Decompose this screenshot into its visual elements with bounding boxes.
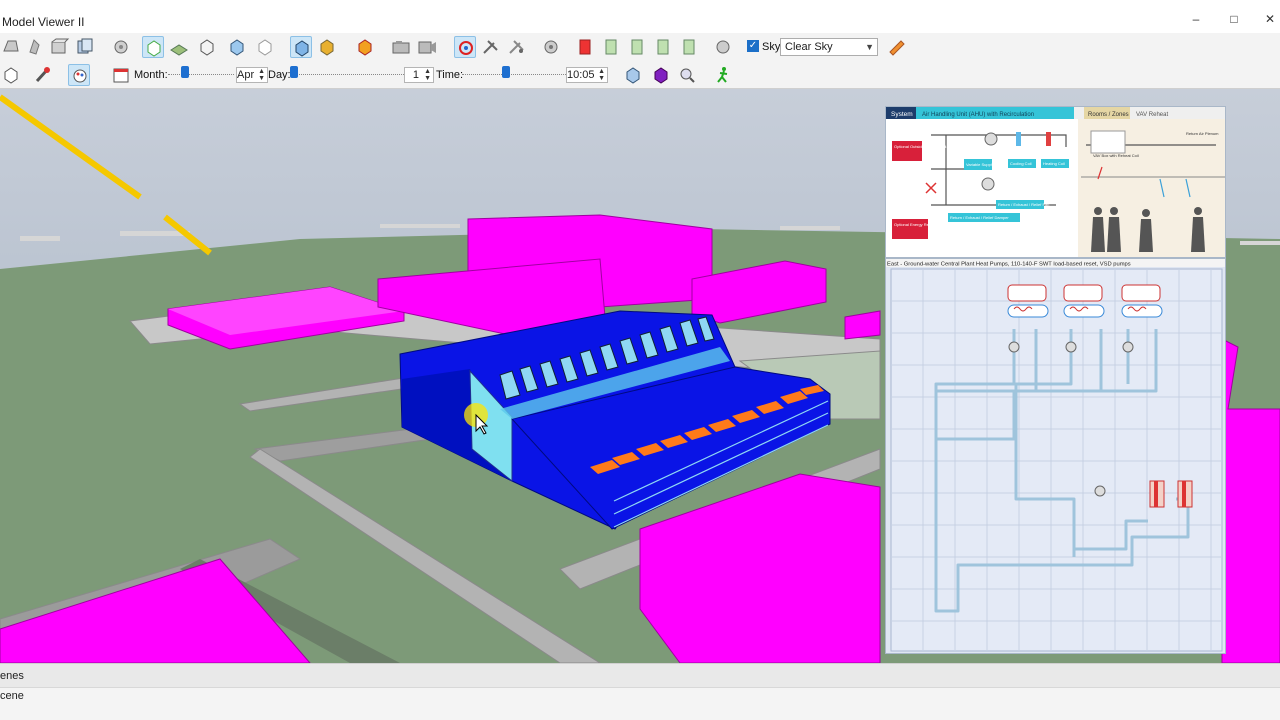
supply-fan-label: Variable Supply Fan — [966, 162, 1002, 167]
day-slider-thumb[interactable] — [290, 66, 298, 78]
scenes-header-label: enes — [0, 670, 24, 682]
toolbar-sun: Month: Apr ▲ ▼ Day: 1 ▲ ▼ Time: 10:05 ▲ ▼ — [0, 61, 1280, 89]
view-settings-icon[interactable] — [110, 36, 132, 58]
sky-checkbox[interactable]: ✓ — [747, 40, 759, 52]
spinner-arrows-icon[interactable]: ▲ ▼ — [424, 68, 431, 82]
view-ground-icon[interactable] — [168, 36, 190, 58]
section-green-4-icon[interactable] — [678, 36, 700, 58]
return-damper-label: Return / Exhaust / Relief Damper — [950, 215, 1009, 220]
3d-viewport[interactable]: System Air Handling Unit (AHU) with Reci… — [0, 89, 1280, 663]
cooling-coil-label: Cooling Coil — [1010, 161, 1032, 166]
sky-label: Sky — [762, 41, 781, 53]
camera-icon[interactable] — [390, 36, 412, 58]
calendar-icon[interactable] — [110, 64, 132, 86]
supply-fan-icon — [984, 132, 998, 146]
scene-item[interactable]: cene — [0, 690, 24, 702]
section-green-1-icon[interactable] — [600, 36, 622, 58]
view-pan-icon[interactable] — [24, 36, 46, 58]
view-wire-icon[interactable] — [196, 36, 218, 58]
heat-pump-1[interactable] — [1007, 284, 1049, 318]
heat-exchanger-label: Optional Energy Recovery Heat Exchanger — [894, 222, 971, 227]
glass-box-icon[interactable] — [622, 64, 644, 86]
scenes-header: enes — [0, 664, 1280, 688]
rotate-icon[interactable] — [454, 36, 476, 58]
maximize-button[interactable]: □ — [1224, 12, 1244, 30]
month-slider-thumb[interactable] — [180, 66, 189, 78]
section-green-2-icon[interactable] — [626, 36, 648, 58]
gear-icon[interactable] — [540, 36, 562, 58]
ahu-system-diagram[interactable]: System Air Handling Unit (AHU) with Reci… — [885, 106, 1226, 258]
tab-rooms-name-label: VAV Reheat — [1136, 112, 1168, 118]
walk-icon[interactable] — [712, 64, 734, 86]
heat-pump-3[interactable] — [1121, 284, 1163, 318]
video-icon[interactable] — [416, 36, 438, 58]
month-value: Apr — [237, 69, 255, 81]
view-outline-icon[interactable] — [254, 36, 276, 58]
plant-diagram-title: East - Ground-water Central Plant Heat P… — [887, 262, 1131, 268]
shape-icon[interactable] — [0, 64, 22, 86]
time-label: Time: — [436, 69, 464, 81]
month-label: Month: — [134, 69, 168, 81]
view-render-icon[interactable] — [354, 36, 376, 58]
tools-icon[interactable] — [480, 36, 502, 58]
time-slider[interactable] — [462, 66, 566, 78]
scenes-panel: enes cene — [0, 663, 1280, 720]
view-color-icon[interactable] — [316, 36, 338, 58]
minimize-button[interactable]: – — [1186, 12, 1206, 30]
day-slider[interactable] — [290, 66, 404, 78]
tab-system-name-label: Air Handling Unit (AHU) with Recirculati… — [922, 112, 1034, 118]
vav-box — [1090, 130, 1126, 154]
day-label: Day: — [268, 69, 291, 81]
spinner-arrows-icon[interactable]: ▲ ▼ — [258, 68, 265, 82]
sky-select-value: Clear Sky — [785, 41, 833, 53]
return-fan-label: Return / Exhaust / Relief Fan — [998, 202, 1049, 207]
heating-coil-label: Heating Coil — [1043, 161, 1065, 166]
return-plenum-label: Return Air Plenum — [1186, 131, 1219, 136]
tool-icon[interactable] — [32, 64, 54, 86]
palette-icon[interactable] — [68, 64, 90, 86]
view-copy-icon[interactable] — [74, 36, 96, 58]
section-green-3-icon[interactable] — [652, 36, 674, 58]
view-orbit-icon[interactable] — [0, 36, 22, 58]
chevron-down-icon: ▼ — [865, 42, 874, 52]
month-slider[interactable] — [168, 66, 234, 78]
heating-coil-icon — [1046, 132, 1051, 146]
view-shaded-icon[interactable] — [290, 36, 312, 58]
close-button[interactable]: ✕ — [1260, 12, 1280, 30]
view-box-icon[interactable] — [48, 36, 70, 58]
toolbar-view: ✓ Sky Clear Sky ▼ — [0, 33, 1280, 61]
vav-box-label: VAV Box with Reheat Coil — [1093, 153, 1139, 158]
purple-box-icon[interactable] — [650, 64, 672, 86]
day-value: 1 — [412, 69, 419, 81]
options-icon[interactable] — [712, 36, 734, 58]
zoom-icon[interactable] — [676, 64, 698, 86]
time-value: 10:05 — [567, 69, 595, 81]
heat-pump-2[interactable] — [1063, 284, 1105, 318]
paint-icon[interactable] — [886, 36, 908, 58]
outside-air-label: Optional Outside Air Economizer — [894, 144, 952, 149]
view-xray-icon[interactable] — [226, 36, 248, 58]
measure-icon[interactable] — [506, 36, 528, 58]
plant-loop-diagram[interactable]: East - Ground-water Central Plant Heat P… — [885, 258, 1226, 654]
title-bar: Model Viewer II – □ ✕ — [0, 0, 1280, 34]
time-spinner[interactable]: 10:05 ▲ ▼ — [566, 67, 608, 83]
day-spinner[interactable]: 1 ▲ ▼ — [404, 67, 434, 83]
cooling-coil-icon — [1016, 132, 1021, 146]
month-spinner[interactable]: Apr ▲ ▼ — [236, 67, 268, 83]
spinner-arrows-icon[interactable]: ▲ ▼ — [598, 68, 605, 82]
view-solid-icon[interactable] — [142, 36, 164, 58]
window-title: Model Viewer II — [2, 15, 85, 29]
tab-rooms-label: Rooms / Zones — [1088, 112, 1129, 118]
sky-select[interactable]: Clear Sky ▼ — [780, 38, 878, 56]
section-red-icon[interactable] — [574, 36, 596, 58]
time-slider-thumb[interactable] — [501, 66, 510, 78]
tab-system-label: System — [891, 111, 913, 118]
return-fan-icon — [981, 177, 995, 191]
